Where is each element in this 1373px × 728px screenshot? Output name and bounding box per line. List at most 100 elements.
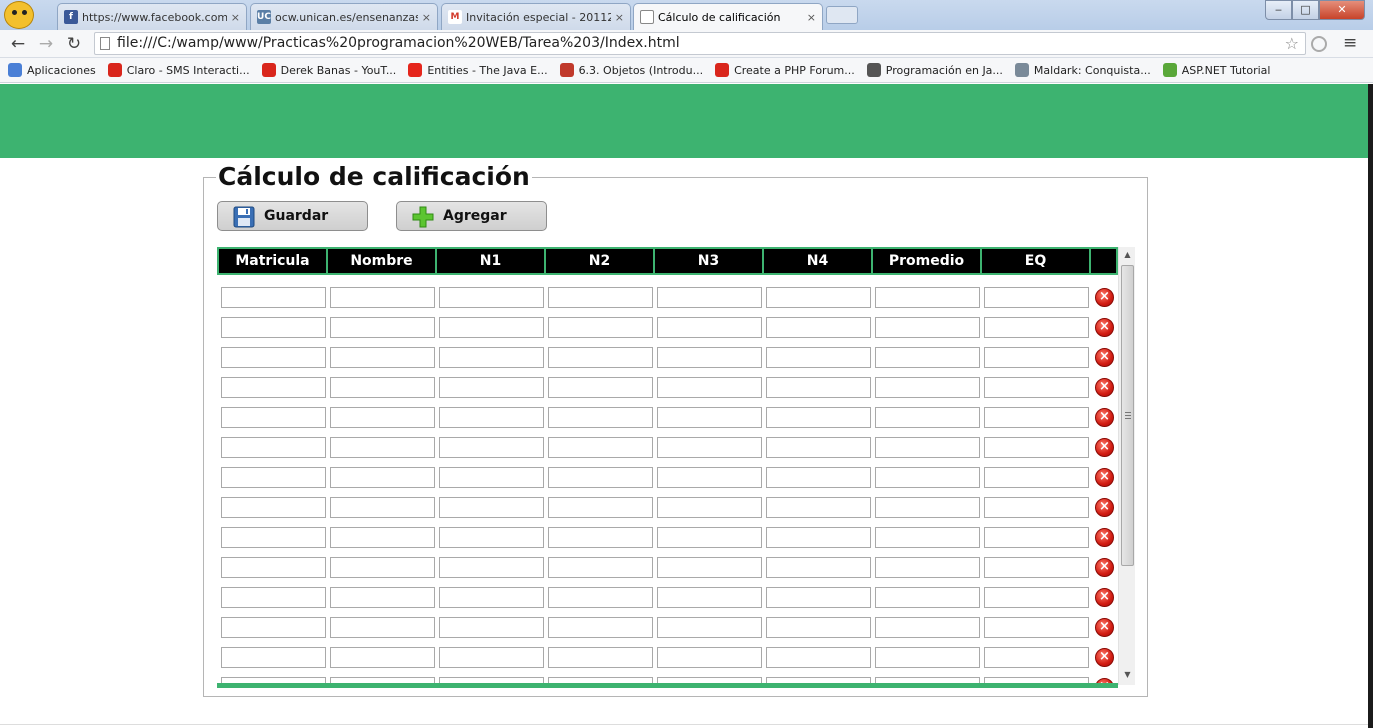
menu-icon[interactable]: ≡ [1343, 33, 1357, 53]
cell-input[interactable] [548, 317, 653, 338]
cell-input[interactable] [657, 497, 762, 518]
cell-input[interactable] [875, 527, 980, 548]
cell-input[interactable] [984, 497, 1089, 518]
tab-2[interactable]: UC ocw.unican.es/ensenanzas × [250, 3, 438, 30]
tab-close-icon[interactable]: × [615, 11, 624, 24]
cell-input[interactable] [657, 647, 762, 668]
scroll-up-icon[interactable]: ▲ [1119, 247, 1135, 263]
cell-input[interactable] [330, 587, 435, 608]
cell-input[interactable] [766, 317, 871, 338]
new-tab-button[interactable] [826, 6, 858, 24]
cell-input[interactable] [984, 587, 1089, 608]
forward-arrow-icon[interactable]: → [36, 34, 56, 54]
cell-input[interactable] [439, 557, 544, 578]
cell-input[interactable] [766, 617, 871, 638]
cell-input[interactable] [221, 407, 326, 428]
reload-icon[interactable]: ↻ [64, 34, 84, 54]
cell-input[interactable] [875, 467, 980, 488]
delete-row-icon[interactable]: × [1095, 378, 1114, 397]
cell-input[interactable] [984, 557, 1089, 578]
cell-input[interactable] [439, 317, 544, 338]
cell-input[interactable] [766, 377, 871, 398]
cell-input[interactable] [766, 647, 871, 668]
cell-input[interactable] [439, 587, 544, 608]
cell-input[interactable] [548, 467, 653, 488]
cell-input[interactable] [548, 377, 653, 398]
delete-row-icon[interactable]: × [1095, 588, 1114, 607]
delete-row-icon[interactable]: × [1095, 618, 1114, 637]
table-scrollbar[interactable]: ▲ ▼ [1118, 247, 1135, 685]
cell-input[interactable] [548, 287, 653, 308]
cell-input[interactable] [439, 467, 544, 488]
extension-icon[interactable] [1311, 36, 1327, 52]
cell-input[interactable] [548, 497, 653, 518]
cell-input[interactable] [984, 347, 1089, 368]
cell-input[interactable] [657, 587, 762, 608]
cell-input[interactable] [439, 437, 544, 458]
cell-input[interactable] [875, 587, 980, 608]
delete-row-icon[interactable]: × [1095, 468, 1114, 487]
cell-input[interactable] [439, 377, 544, 398]
cell-input[interactable] [984, 617, 1089, 638]
cell-input[interactable] [330, 527, 435, 548]
cell-input[interactable] [657, 467, 762, 488]
cell-input[interactable] [221, 587, 326, 608]
cell-input[interactable] [330, 347, 435, 368]
cell-input[interactable] [875, 287, 980, 308]
cell-input[interactable] [221, 287, 326, 308]
cell-input[interactable] [548, 587, 653, 608]
tab-close-icon[interactable]: × [807, 11, 816, 24]
tab-1[interactable]: f https://www.facebook.com × [57, 3, 247, 30]
tab-3[interactable]: M Invitación especial - 20112 × [441, 3, 631, 30]
cell-input[interactable] [875, 347, 980, 368]
cell-input[interactable] [439, 527, 544, 548]
cell-input[interactable] [221, 377, 326, 398]
cell-input[interactable] [330, 467, 435, 488]
cell-input[interactable] [766, 527, 871, 548]
cell-input[interactable] [221, 497, 326, 518]
bookmark-item[interactable]: Aplicaciones [8, 63, 96, 77]
cell-input[interactable] [330, 617, 435, 638]
delete-row-icon[interactable]: × [1095, 438, 1114, 457]
delete-row-icon[interactable]: × [1095, 528, 1114, 547]
cell-input[interactable] [548, 437, 653, 458]
back-arrow-icon[interactable]: ← [8, 34, 28, 54]
cell-input[interactable] [984, 407, 1089, 428]
cell-input[interactable] [548, 647, 653, 668]
cell-input[interactable] [766, 557, 871, 578]
cell-input[interactable] [330, 287, 435, 308]
cell-input[interactable] [657, 317, 762, 338]
maximize-icon[interactable]: □ [1292, 0, 1319, 20]
cell-input[interactable] [221, 317, 326, 338]
delete-row-icon[interactable]: × [1095, 348, 1114, 367]
cell-input[interactable] [875, 437, 980, 458]
cell-input[interactable] [548, 407, 653, 428]
cell-input[interactable] [766, 587, 871, 608]
cell-input[interactable] [875, 377, 980, 398]
cell-input[interactable] [657, 617, 762, 638]
cell-input[interactable] [875, 317, 980, 338]
bookmark-item[interactable]: ASP.NET Tutorial [1162, 63, 1270, 77]
minimize-icon[interactable]: ‒ [1265, 0, 1292, 20]
cell-input[interactable] [657, 557, 762, 578]
cell-input[interactable] [221, 467, 326, 488]
cell-input[interactable] [766, 287, 871, 308]
bookmark-item[interactable]: Maldark: Conquista... [1014, 63, 1151, 77]
cell-input[interactable] [330, 557, 435, 578]
cell-input[interactable] [657, 287, 762, 308]
cell-input[interactable] [330, 497, 435, 518]
cell-input[interactable] [766, 467, 871, 488]
bookmark-item[interactable]: Derek Banas - YouT... [261, 63, 396, 77]
cell-input[interactable] [875, 617, 980, 638]
cell-input[interactable] [766, 497, 871, 518]
star-icon[interactable]: ☆ [1285, 33, 1299, 54]
cell-input[interactable] [221, 557, 326, 578]
save-button[interactable]: Guardar [217, 201, 368, 231]
bookmark-item[interactable]: Programación en Ja... [866, 63, 1003, 77]
cell-input[interactable] [984, 377, 1089, 398]
cell-input[interactable] [984, 467, 1089, 488]
cell-input[interactable] [657, 527, 762, 548]
cell-input[interactable] [221, 437, 326, 458]
cell-input[interactable] [439, 287, 544, 308]
cell-input[interactable] [548, 617, 653, 638]
